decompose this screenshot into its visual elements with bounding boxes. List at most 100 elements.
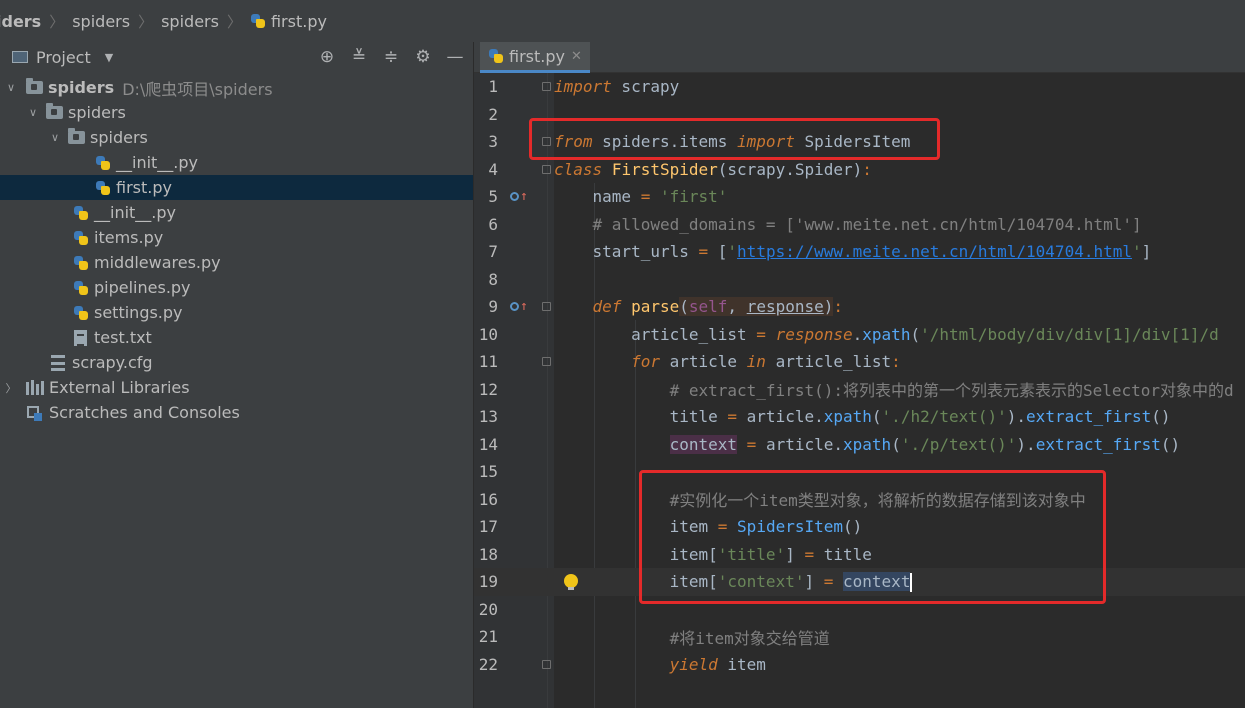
line-number: 8: [488, 269, 498, 289]
line-number: 22: [478, 654, 498, 674]
chevron-down-icon[interactable]: ▼: [105, 51, 113, 64]
python-file-icon: [73, 280, 89, 296]
tree-item-middlewares-py[interactable]: middlewares.py: [0, 250, 473, 275]
locate-file-icon[interactable]: ⊕: [317, 47, 337, 67]
line-number: 20: [478, 599, 498, 619]
tree-item-label: pipelines.py: [94, 278, 191, 297]
line-number: 4: [488, 159, 498, 179]
folder-icon: [26, 78, 43, 94]
project-panel-header: Project ▼ ⊕ ≚ ≑ ⚙ —: [0, 42, 473, 72]
tree-item-label: spiders: [48, 78, 115, 97]
fold-icon[interactable]: [542, 164, 551, 174]
folder-icon: [68, 128, 85, 144]
code-text: for article in article_list:: [631, 352, 901, 372]
code-text: name = 'first': [554, 187, 728, 207]
code-line-10[interactable]: 10 article_list = response.xpath('/html/…: [474, 321, 1245, 349]
tree-item-init[interactable]: __init__.py: [0, 200, 473, 225]
fold-icon[interactable]: [542, 357, 551, 366]
project-view-selector[interactable]: Project: [36, 48, 91, 67]
line-number: 19: [478, 572, 498, 592]
line-number: 11: [478, 352, 498, 372]
library-icon: [26, 380, 44, 395]
line-number: 2: [488, 104, 498, 124]
python-file-icon: [73, 255, 89, 271]
code-line-9[interactable]: 9 ↑ def parse(self, response):: [474, 293, 1245, 321]
gear-icon[interactable]: ⚙: [413, 47, 433, 67]
fold-icon[interactable]: [542, 659, 551, 669]
line-number: 6: [488, 214, 498, 234]
tree-item-label: spiders: [68, 103, 126, 122]
tree-item-external-libraries[interactable]: 〉 External Libraries: [0, 375, 473, 400]
code-editor[interactable]: 1 import scrapy 2 3 from spiders.items i…: [474, 73, 1245, 708]
line-number: 3: [488, 132, 498, 152]
code-line-14[interactable]: 14 context = article.xpath('./p/text()')…: [474, 431, 1245, 459]
tree-item-scrapy-cfg[interactable]: scrapy.cfg: [0, 350, 473, 375]
annotation-box-item: [639, 470, 1106, 604]
tree-item-items-py[interactable]: items.py: [0, 225, 473, 250]
tree-item-scratches[interactable]: Scratches and Consoles: [0, 400, 473, 425]
hide-panel-icon[interactable]: —: [445, 47, 465, 67]
code-line-7[interactable]: 7 start_urls = ['https://www.meite.net.c…: [474, 238, 1245, 266]
tab-first-py[interactable]: first.py ✕: [480, 42, 590, 73]
python-file-icon: [73, 305, 89, 321]
line-number: 14: [478, 434, 498, 454]
tree-item-first-py[interactable]: first.py: [0, 175, 473, 200]
chevron-down-icon[interactable]: ∨: [48, 131, 62, 144]
annotation-box-import: [529, 118, 940, 160]
python-file-icon: [73, 230, 89, 246]
tree-item-path: D:\爬虫项目\spiders: [122, 79, 273, 99]
fold-icon[interactable]: [542, 82, 551, 91]
breadcrumb: iders 〉 spiders 〉 spiders 〉 first.py: [0, 0, 1245, 43]
breadcrumb-label: iders: [0, 11, 42, 31]
python-file-icon: [488, 48, 504, 64]
line-number: 17: [478, 517, 498, 537]
fold-icon[interactable]: [542, 302, 551, 311]
override-marker-icon[interactable]: ↑: [510, 299, 528, 314]
tree-item-label: External Libraries: [49, 378, 190, 397]
override-marker-icon[interactable]: ↑: [510, 189, 528, 204]
collapse-all-icon[interactable]: ≑: [381, 47, 401, 67]
tree-item-spiders-root[interactable]: ∨ spiders D:\爬虫项目\spiders: [0, 75, 473, 100]
line-number: 7: [488, 242, 498, 262]
code-text: class FirstSpider(scrapy.Spider):: [554, 159, 872, 179]
chevron-right-icon[interactable]: 〉: [4, 380, 18, 396]
line-number: 21: [478, 627, 498, 647]
breadcrumb-label: spiders: [72, 11, 131, 31]
expand-all-icon[interactable]: ≚: [349, 47, 369, 67]
project-tree: ∨ spiders D:\爬虫项目\spiders ∨ spiders ∨ sp…: [0, 75, 473, 425]
breadcrumb-item-file[interactable]: first.py: [250, 12, 327, 31]
line-number: 15: [478, 462, 498, 482]
project-window-icon: [12, 51, 28, 63]
line-number: 16: [478, 489, 498, 509]
code-comment: # extract_first():将列表中的第一个列表元素表示的Selecto…: [554, 381, 1234, 401]
tree-item-pipelines-py[interactable]: pipelines.py: [0, 275, 473, 300]
tree-item-label: scrapy.cfg: [72, 353, 153, 372]
code-text: title = article.xpath('./h2/text()').ext…: [554, 407, 1171, 427]
close-icon[interactable]: ✕: [571, 49, 582, 64]
code-line-12[interactable]: 12 # extract_first():将列表中的第一个列表元素表示的Sele…: [474, 376, 1245, 404]
tree-item-test-txt[interactable]: test.txt: [0, 325, 473, 350]
breadcrumb-item-spiders-pkg[interactable]: spiders: [161, 12, 219, 31]
tree-item-spiders-module[interactable]: ∨ spiders: [0, 100, 473, 125]
code-line-22[interactable]: 22 yield item: [474, 651, 1245, 679]
code-line-6[interactable]: 6 # allowed_domains = ['www.meite.net.cn…: [474, 211, 1245, 239]
code-line-8[interactable]: 8: [474, 266, 1245, 294]
code-line-1[interactable]: 1 import scrapy: [474, 73, 1245, 101]
code-line-11[interactable]: 11 for article in article_list:: [474, 348, 1245, 376]
code-line-13[interactable]: 13 title = article.xpath('./h2/text()').…: [474, 403, 1245, 431]
tree-item-label: test.txt: [94, 328, 152, 347]
code-line-5[interactable]: 5 ↑ name = 'first': [474, 183, 1245, 211]
breadcrumb-label: spiders: [161, 11, 219, 31]
breadcrumb-item-spiders[interactable]: spiders: [72, 12, 130, 31]
tree-item-spiders-package[interactable]: ∨ spiders: [0, 125, 473, 150]
chevron-down-icon[interactable]: ∨: [4, 81, 18, 94]
chevron-down-icon[interactable]: ∨: [26, 106, 40, 119]
tree-item-init-inner[interactable]: __init__.py: [0, 150, 473, 175]
tree-item-settings-py[interactable]: settings.py: [0, 300, 473, 325]
line-number: 9: [488, 297, 498, 317]
line-number: 13: [478, 407, 498, 427]
code-line-21[interactable]: 21 #将item对象交给管道: [474, 623, 1245, 651]
breadcrumb-item-root[interactable]: iders: [0, 12, 41, 31]
code-text: start_urls = ['https://www.meite.net.cn/…: [554, 242, 1152, 262]
line-number: 12: [478, 379, 498, 399]
